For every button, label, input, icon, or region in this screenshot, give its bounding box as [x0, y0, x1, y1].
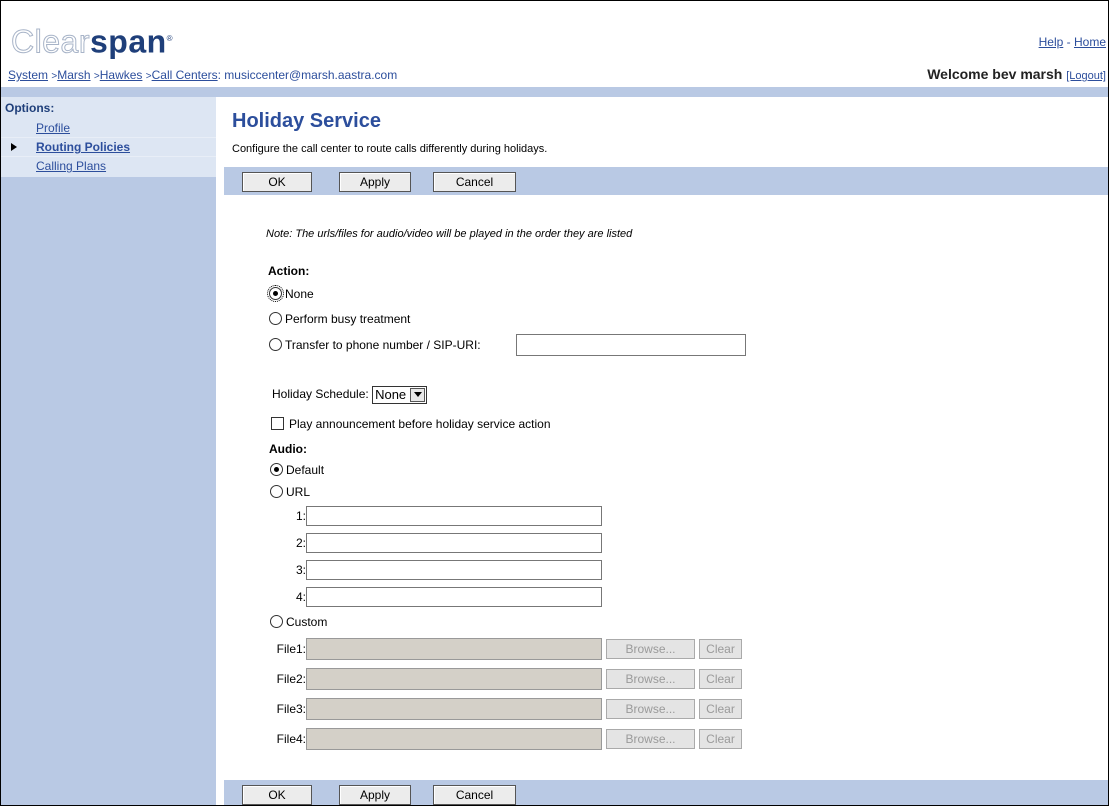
welcome-message: Welcome bev marsh [Logout]	[927, 66, 1106, 82]
sidebar-item-profile[interactable]: Profile	[1, 119, 216, 138]
radio-audio-url-label: URL	[286, 485, 311, 499]
action-option-transfer[interactable]: Transfer to phone number / SIP-URI:	[269, 337, 481, 353]
breadcrumb-hawkes[interactable]: Hawkes	[100, 68, 143, 82]
top-button-bar: OK Apply Cancel	[224, 167, 1108, 195]
cancel-button[interactable]: Cancel	[433, 172, 516, 192]
logout-link[interactable]: [Logout]	[1066, 70, 1106, 82]
url-2-input[interactable]	[306, 533, 602, 553]
holiday-schedule-value: None	[375, 387, 407, 402]
play-announcement-checkbox[interactable]	[271, 417, 284, 430]
page-title: Holiday Service	[232, 110, 381, 132]
help-link[interactable]: Help	[1039, 35, 1064, 49]
radio-busy-treatment[interactable]	[269, 312, 282, 325]
radio-transfer-label: Transfer to phone number / SIP-URI:	[285, 338, 481, 352]
file-1-input	[306, 638, 602, 660]
url-2-label: 2:	[295, 536, 306, 550]
options-title: Options:	[5, 101, 55, 115]
audio-label: Audio:	[269, 442, 307, 456]
apply-button[interactable]: Apply	[339, 172, 411, 192]
help-links: Help - Home	[1039, 35, 1106, 49]
sidebar-item-label[interactable]: Calling Plans	[36, 159, 106, 173]
file-2-input	[306, 668, 602, 690]
url-1-label: 1:	[295, 509, 306, 523]
breadcrumb-system[interactable]: System	[8, 68, 48, 82]
bottom-button-bar: OK Apply Cancel	[224, 780, 1108, 805]
welcome-text: Welcome bev marsh	[927, 66, 1063, 82]
radio-audio-url[interactable]	[270, 485, 283, 498]
breadcrumb-context: : musiccenter@marsh.aastra.com	[217, 68, 398, 82]
audio-option-default[interactable]: Default	[270, 462, 324, 478]
playback-order-note: Note: The urls/files for audio/video wil…	[266, 228, 633, 240]
file-2-clear-button: Clear	[699, 669, 742, 689]
file-3-browse-button: Browse...	[606, 699, 695, 719]
holiday-schedule-select[interactable]: None	[372, 386, 428, 404]
breadcrumb-call-centers[interactable]: Call Centers	[152, 68, 218, 82]
url-3-input[interactable]	[306, 560, 602, 580]
file-4-label: File4:	[276, 732, 306, 746]
radio-audio-custom[interactable]	[270, 615, 283, 628]
play-announcement-row[interactable]: Play announcement before holiday service…	[271, 416, 551, 432]
file-4-input	[306, 728, 602, 750]
home-link[interactable]: Home	[1074, 35, 1106, 49]
options-panel: Options: Profile Routing Policies Callin…	[1, 97, 216, 177]
file-2-browse-button: Browse...	[606, 669, 695, 689]
play-announcement-label: Play announcement before holiday service…	[289, 417, 551, 431]
url-3-label: 3:	[295, 563, 306, 577]
action-label: Action:	[268, 264, 310, 278]
main-content: Holiday Service Configure the call cente…	[224, 97, 1108, 805]
action-option-busy[interactable]: Perform busy treatment	[269, 311, 410, 327]
url-1-input[interactable]	[306, 506, 602, 526]
sidebar-item-label[interactable]: Routing Policies	[36, 140, 130, 154]
radio-audio-custom-label: Custom	[286, 615, 328, 629]
ok-button[interactable]: OK	[242, 785, 312, 805]
apply-button[interactable]: Apply	[339, 785, 411, 805]
chevron-down-icon	[410, 388, 426, 402]
radio-audio-default-label: Default	[286, 463, 325, 477]
selected-arrow-icon	[11, 143, 17, 151]
sidebar-item-calling-plans[interactable]: Calling Plans	[1, 157, 216, 175]
breadcrumb-marsh[interactable]: Marsh	[57, 68, 90, 82]
transfer-number-input[interactable]	[516, 334, 746, 356]
url-4-label: 4:	[295, 590, 306, 604]
header-divider-bar	[1, 87, 1108, 97]
file-1-clear-button: Clear	[699, 639, 742, 659]
cancel-button[interactable]: Cancel	[433, 785, 516, 805]
radio-none[interactable]	[267, 285, 284, 302]
audio-option-url[interactable]: URL	[270, 484, 310, 500]
holiday-schedule-label: Holiday Schedule:	[272, 387, 369, 402]
radio-audio-default[interactable]	[270, 463, 283, 476]
file-2-label: File2:	[276, 672, 306, 686]
options-sidebar: Options: Profile Routing Policies Callin…	[1, 97, 216, 805]
page-description: Configure the call center to route calls…	[232, 143, 548, 155]
link-separator: -	[1066, 35, 1071, 49]
file-3-input	[306, 698, 602, 720]
browser-frame: Clearspan® Help - Home System >Marsh >Ha…	[0, 0, 1109, 806]
file-1-label: File1:	[276, 642, 306, 656]
file-3-clear-button: Clear	[699, 699, 742, 719]
radio-busy-label: Perform busy treatment	[285, 312, 411, 326]
clearspan-logo: Clearspan®	[11, 23, 174, 60]
action-option-none[interactable]: None	[267, 285, 314, 302]
url-4-input[interactable]	[306, 587, 602, 607]
file-4-clear-button: Clear	[699, 729, 742, 749]
audio-option-custom[interactable]: Custom	[270, 614, 327, 630]
breadcrumb: System >Marsh >Hawkes >Call Centers: mus…	[8, 68, 397, 82]
radio-none-label: None	[285, 287, 314, 301]
file-4-browse-button: Browse...	[606, 729, 695, 749]
radio-transfer[interactable]	[269, 338, 282, 351]
ok-button[interactable]: OK	[242, 172, 312, 192]
sidebar-item-routing-policies[interactable]: Routing Policies	[1, 138, 216, 157]
holiday-schedule-row: Holiday Schedule: None	[272, 386, 428, 404]
sidebar-item-label[interactable]: Profile	[36, 121, 70, 135]
file-1-browse-button: Browse...	[606, 639, 695, 659]
file-3-label: File3:	[276, 702, 306, 716]
